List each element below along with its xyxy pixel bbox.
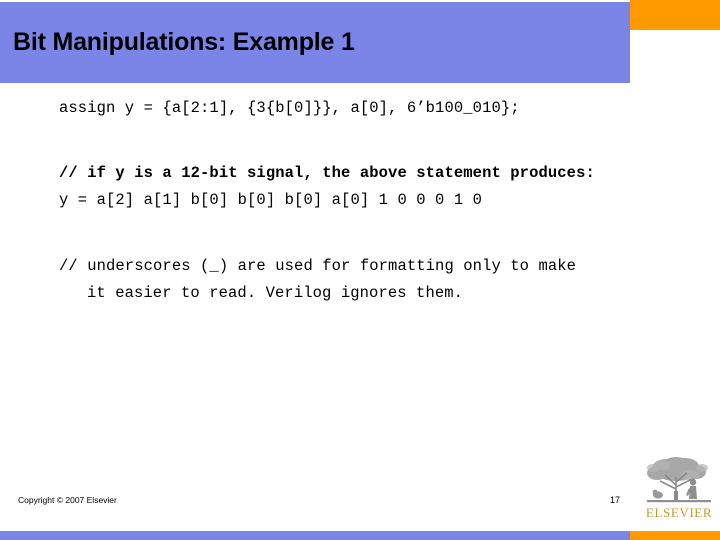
slide-canvas: Bit Manipulations: Example 1 assign y = … [0, 0, 720, 540]
code-content-area: assign y = {a[2:1], {3{b[0]}}, a[0], 6’b… [0, 95, 720, 307]
page-number: 17 [610, 495, 621, 505]
elsevier-logo: ELSEVIER [643, 455, 715, 523]
elsevier-wordmark: ELSEVIER [645, 505, 713, 520]
code-line-comment-signal: // if y is a 12-bit signal, the above st… [59, 164, 595, 182]
page-title: Bit Manipulations: Example 1 [13, 28, 355, 56]
copyright-notice: Copyright © 2007 Elsevier [18, 495, 117, 505]
code-line-comment-underscores-cont: it easier to read. Verilog ignores them. [87, 284, 464, 302]
bottom-orange-accent-bar [630, 531, 720, 540]
elsevier-tree-icon [643, 455, 715, 507]
code-line-assign: assign y = {a[2:1], {3{b[0]}}, a[0], 6’b… [59, 99, 520, 117]
bottom-purple-accent-bar [0, 531, 630, 540]
code-line-result: y = a[2] a[1] b[0] b[0] b[0] a[0] 1 0 0 … [59, 191, 483, 209]
code-line-comment-underscores: // underscores (_) are used for formatti… [59, 257, 577, 275]
top-orange-accent-bar [630, 0, 720, 30]
